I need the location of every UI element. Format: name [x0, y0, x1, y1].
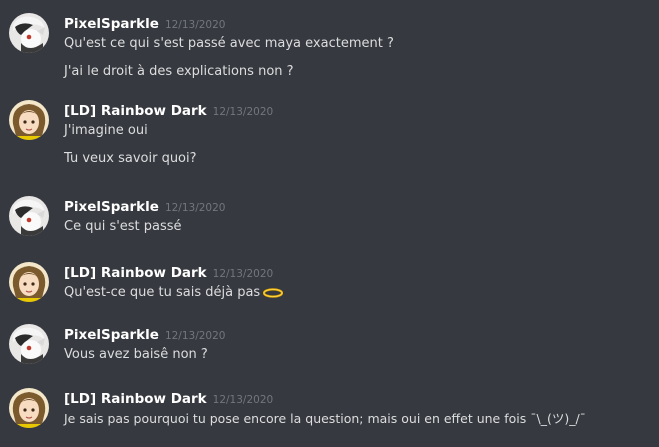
avatar[interactable]	[9, 388, 49, 428]
username[interactable]: PixelSparkle	[64, 327, 159, 343]
message-text: Ce qui s'est passé	[64, 219, 182, 234]
avatar-pixelsparkle-image	[9, 324, 49, 364]
message-text: J'ai le droit à des explications non ?	[64, 64, 294, 79]
timestamp: 12/13/2020	[212, 268, 274, 280]
message-text: Qu'est-ce que tu sais déjà pas	[64, 284, 284, 302]
avatar[interactable]	[9, 262, 49, 302]
username[interactable]: PixelSparkle	[64, 16, 159, 32]
message-text: Qu'est ce qui s'est passé avec maya exac…	[64, 36, 394, 51]
username[interactable]: [LD] Rainbow Dark	[64, 265, 207, 281]
message-text: Vous avez baisê non ?	[64, 347, 208, 362]
message-header: [LD] Rainbow Dark 12/13/2020	[64, 100, 274, 119]
avatar[interactable]	[9, 13, 49, 53]
message-header: PixelSparkle 12/13/2020	[64, 13, 226, 32]
message-header: [LD] Rainbow Dark 12/13/2020	[64, 262, 274, 281]
timestamp: 12/13/2020	[164, 19, 226, 31]
ring-icon[interactable]	[263, 287, 284, 298]
avatar[interactable]	[9, 324, 49, 364]
message-text: J'imagine oui	[64, 123, 148, 138]
message-text: Tu veux savoir quoi?	[64, 151, 197, 166]
avatar[interactable]	[9, 196, 49, 236]
timestamp: 12/13/2020	[164, 330, 226, 342]
timestamp: 12/13/2020	[212, 394, 274, 406]
message-text-content: Qu'est-ce que tu sais déjà pas	[64, 285, 261, 300]
username[interactable]: [LD] Rainbow Dark	[64, 391, 207, 407]
message-header: PixelSparkle 12/13/2020	[64, 324, 226, 343]
avatar-pixelsparkle-image	[9, 196, 49, 236]
timestamp: 12/13/2020	[164, 202, 226, 214]
avatar-pixelsparkle-image	[9, 13, 49, 53]
message-text: Je sais pas pourquoi tu pose encore la q…	[64, 411, 586, 426]
avatar[interactable]	[9, 100, 49, 140]
avatar-rainbowdark-image	[9, 388, 49, 428]
username[interactable]: [LD] Rainbow Dark	[64, 103, 207, 119]
message-header: PixelSparkle 12/13/2020	[64, 196, 226, 215]
chat-messages: PixelSparkle 12/13/2020 Qu'est ce qui s'e…	[0, 0, 659, 447]
timestamp: 12/13/2020	[212, 106, 274, 118]
avatar-rainbowdark-image	[9, 100, 49, 140]
username[interactable]: PixelSparkle	[64, 199, 159, 215]
avatar-rainbowdark-image	[9, 262, 49, 302]
message-header: [LD] Rainbow Dark 12/13/2020	[64, 388, 274, 407]
